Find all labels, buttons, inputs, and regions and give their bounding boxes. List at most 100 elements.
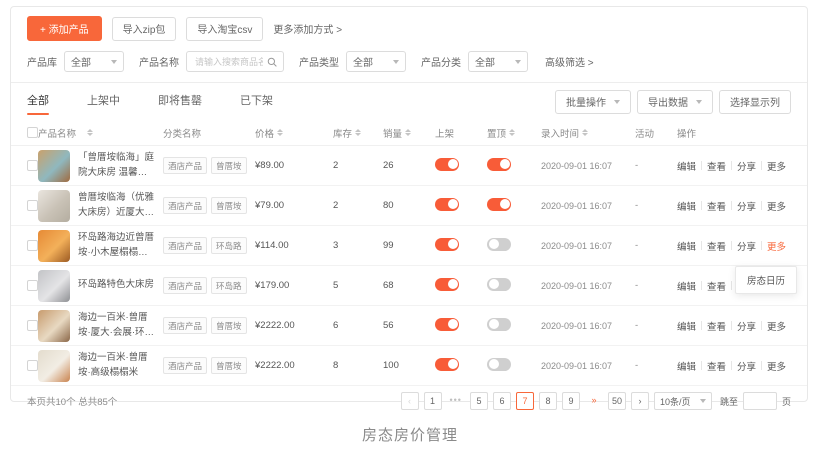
action-edit-link[interactable]: 编辑 xyxy=(677,159,696,173)
activity-cell: - xyxy=(635,280,677,291)
action-view-link[interactable]: 查看 xyxy=(707,279,726,293)
pagination-page-7[interactable]: 7 xyxy=(516,392,534,410)
product-thumbnail xyxy=(38,150,70,182)
column-header-sales[interactable]: 销量 xyxy=(383,126,435,140)
table-row: 曾厝垵临海（优雅大床房）近厦大鼓浪屿酒店产品曾厝垵¥79.002802020-0… xyxy=(11,186,807,226)
dropdown-item-room-calendar[interactable]: 房态日历 xyxy=(747,273,785,287)
action-view-link[interactable]: 查看 xyxy=(707,359,726,373)
product-type-select[interactable]: 全部 xyxy=(346,51,406,72)
pinned-toggle[interactable] xyxy=(487,198,511,211)
activity-cell: - xyxy=(635,320,677,331)
sales-cell: 56 xyxy=(383,320,435,331)
import-taobao-csv-button[interactable]: 导入淘宝csv xyxy=(186,17,263,41)
search-icon[interactable] xyxy=(267,57,277,67)
pinned-toggle[interactable] xyxy=(487,238,511,251)
select-all-checkbox[interactable] xyxy=(27,127,38,138)
product-thumbnail xyxy=(38,270,70,302)
action-more-link[interactable]: 更多 xyxy=(767,319,786,333)
action-edit-link[interactable]: 编辑 xyxy=(677,199,696,213)
action-view-link[interactable]: 查看 xyxy=(707,199,726,213)
action-view-link[interactable]: 查看 xyxy=(707,319,726,333)
tab-off-shelf[interactable]: 已下架 xyxy=(240,83,273,120)
pagination-page-6[interactable]: 6 xyxy=(493,392,511,410)
pagination-page-5[interactable]: 5 xyxy=(470,392,488,410)
pagination-next[interactable]: › xyxy=(631,392,649,410)
sales-cell: 100 xyxy=(383,360,435,371)
row-checkbox[interactable] xyxy=(27,240,38,251)
column-header-price[interactable]: 价格 xyxy=(255,126,333,140)
row-checkbox[interactable] xyxy=(27,200,38,211)
action-share-link[interactable]: 分享 xyxy=(737,239,756,253)
pagination-page-9[interactable]: 9 xyxy=(562,392,580,410)
choose-columns-button[interactable]: 选择显示列 xyxy=(719,90,791,114)
page-size-select[interactable]: 10条/页 xyxy=(654,392,712,410)
action-edit-link[interactable]: 编辑 xyxy=(677,319,696,333)
toggle-knob xyxy=(489,319,499,329)
action-more-link[interactable]: 更多 xyxy=(767,199,786,213)
action-share-link[interactable]: 分享 xyxy=(737,159,756,173)
row-checkbox[interactable] xyxy=(27,280,38,291)
column-header-product-name[interactable]: 产品名称 xyxy=(38,126,163,140)
price-cell: ¥79.00 xyxy=(255,200,333,211)
more-add-methods-link[interactable]: 更多添加方式 > xyxy=(273,21,342,36)
more-dropdown: 房态日历 xyxy=(735,266,797,294)
search-input[interactable] xyxy=(193,56,265,68)
pinned-cell xyxy=(487,278,541,294)
action-view-link[interactable]: 查看 xyxy=(707,239,726,253)
on-shelf-toggle[interactable] xyxy=(435,318,459,331)
export-data-select[interactable]: 导出数据 xyxy=(637,90,713,114)
pinned-toggle[interactable] xyxy=(487,158,511,171)
tab-almost-soldout[interactable]: 即将售罄 xyxy=(158,83,202,120)
row-checkbox[interactable] xyxy=(27,320,38,331)
on-shelf-toggle[interactable] xyxy=(435,278,459,291)
tab-on-sale[interactable]: 上架中 xyxy=(87,83,120,120)
stock-cell: 6 xyxy=(333,320,383,331)
action-divider xyxy=(701,361,702,370)
pagination-page-1[interactable]: 1 xyxy=(424,392,442,410)
on-shelf-toggle[interactable] xyxy=(435,238,459,251)
jump-to-page-input[interactable] xyxy=(743,392,777,410)
tab-all[interactable]: 全部 xyxy=(27,83,49,120)
toggle-knob xyxy=(448,279,458,289)
on-shelf-toggle[interactable] xyxy=(435,358,459,371)
import-zip-button[interactable]: 导入zip包 xyxy=(112,17,177,41)
product-cell: 曾厝垵临海（优雅大床房）近厦大鼓浪屿 xyxy=(38,190,163,222)
action-divider xyxy=(761,321,762,330)
product-name: 环岛路海边近曾厝垵·小木屋榻榻米大床房 xyxy=(78,231,155,260)
action-edit-link[interactable]: 编辑 xyxy=(677,239,696,253)
action-edit-link[interactable]: 编辑 xyxy=(677,359,696,373)
advanced-filter-link[interactable]: 高级筛选 > xyxy=(545,54,594,69)
batch-operations-select[interactable]: 批量操作 xyxy=(555,90,631,114)
column-header-stock[interactable]: 库存 xyxy=(333,126,383,140)
action-edit-link[interactable]: 编辑 xyxy=(677,279,696,293)
product-library-select[interactable]: 全部 xyxy=(64,51,124,72)
product-name-label: 产品名称 xyxy=(139,54,179,69)
row-checkbox[interactable] xyxy=(27,360,38,371)
on-shelf-toggle[interactable] xyxy=(435,158,459,171)
action-share-link[interactable]: 分享 xyxy=(737,319,756,333)
action-share-link[interactable]: 分享 xyxy=(737,359,756,373)
action-share-link[interactable]: 分享 xyxy=(737,199,756,213)
action-more-link[interactable]: 更多 xyxy=(767,159,786,173)
pagination-page-8[interactable]: 8 xyxy=(539,392,557,410)
pagination-page-50[interactable]: 50 xyxy=(608,392,626,410)
pagination: ‹1•••56789»50› 10条/页 跳至 页 xyxy=(401,392,792,410)
pagination-prev[interactable]: ‹ xyxy=(401,392,419,410)
pinned-toggle[interactable] xyxy=(487,358,511,371)
product-cell: 环岛路特色大床房 xyxy=(38,270,163,302)
action-view-link[interactable]: 查看 xyxy=(707,159,726,173)
column-header-entry-time[interactable]: 录入时间 xyxy=(541,126,635,140)
action-more-link[interactable]: 更多 xyxy=(767,239,786,253)
pagination-jump-next[interactable]: » xyxy=(585,392,603,410)
add-product-button[interactable]: + 添加产品 xyxy=(27,16,102,41)
product-category-select[interactable]: 全部 xyxy=(468,51,528,72)
on-shelf-toggle[interactable] xyxy=(435,198,459,211)
column-header-actions: 操作 xyxy=(677,126,791,140)
pinned-toggle[interactable] xyxy=(487,318,511,331)
column-header-pinned[interactable]: 置顶 xyxy=(487,126,541,140)
action-more-link[interactable]: 更多 xyxy=(767,359,786,373)
row-checkbox[interactable] xyxy=(27,160,38,171)
pinned-toggle[interactable] xyxy=(487,278,511,291)
product-thumbnail xyxy=(38,310,70,342)
activity-cell: - xyxy=(635,360,677,371)
